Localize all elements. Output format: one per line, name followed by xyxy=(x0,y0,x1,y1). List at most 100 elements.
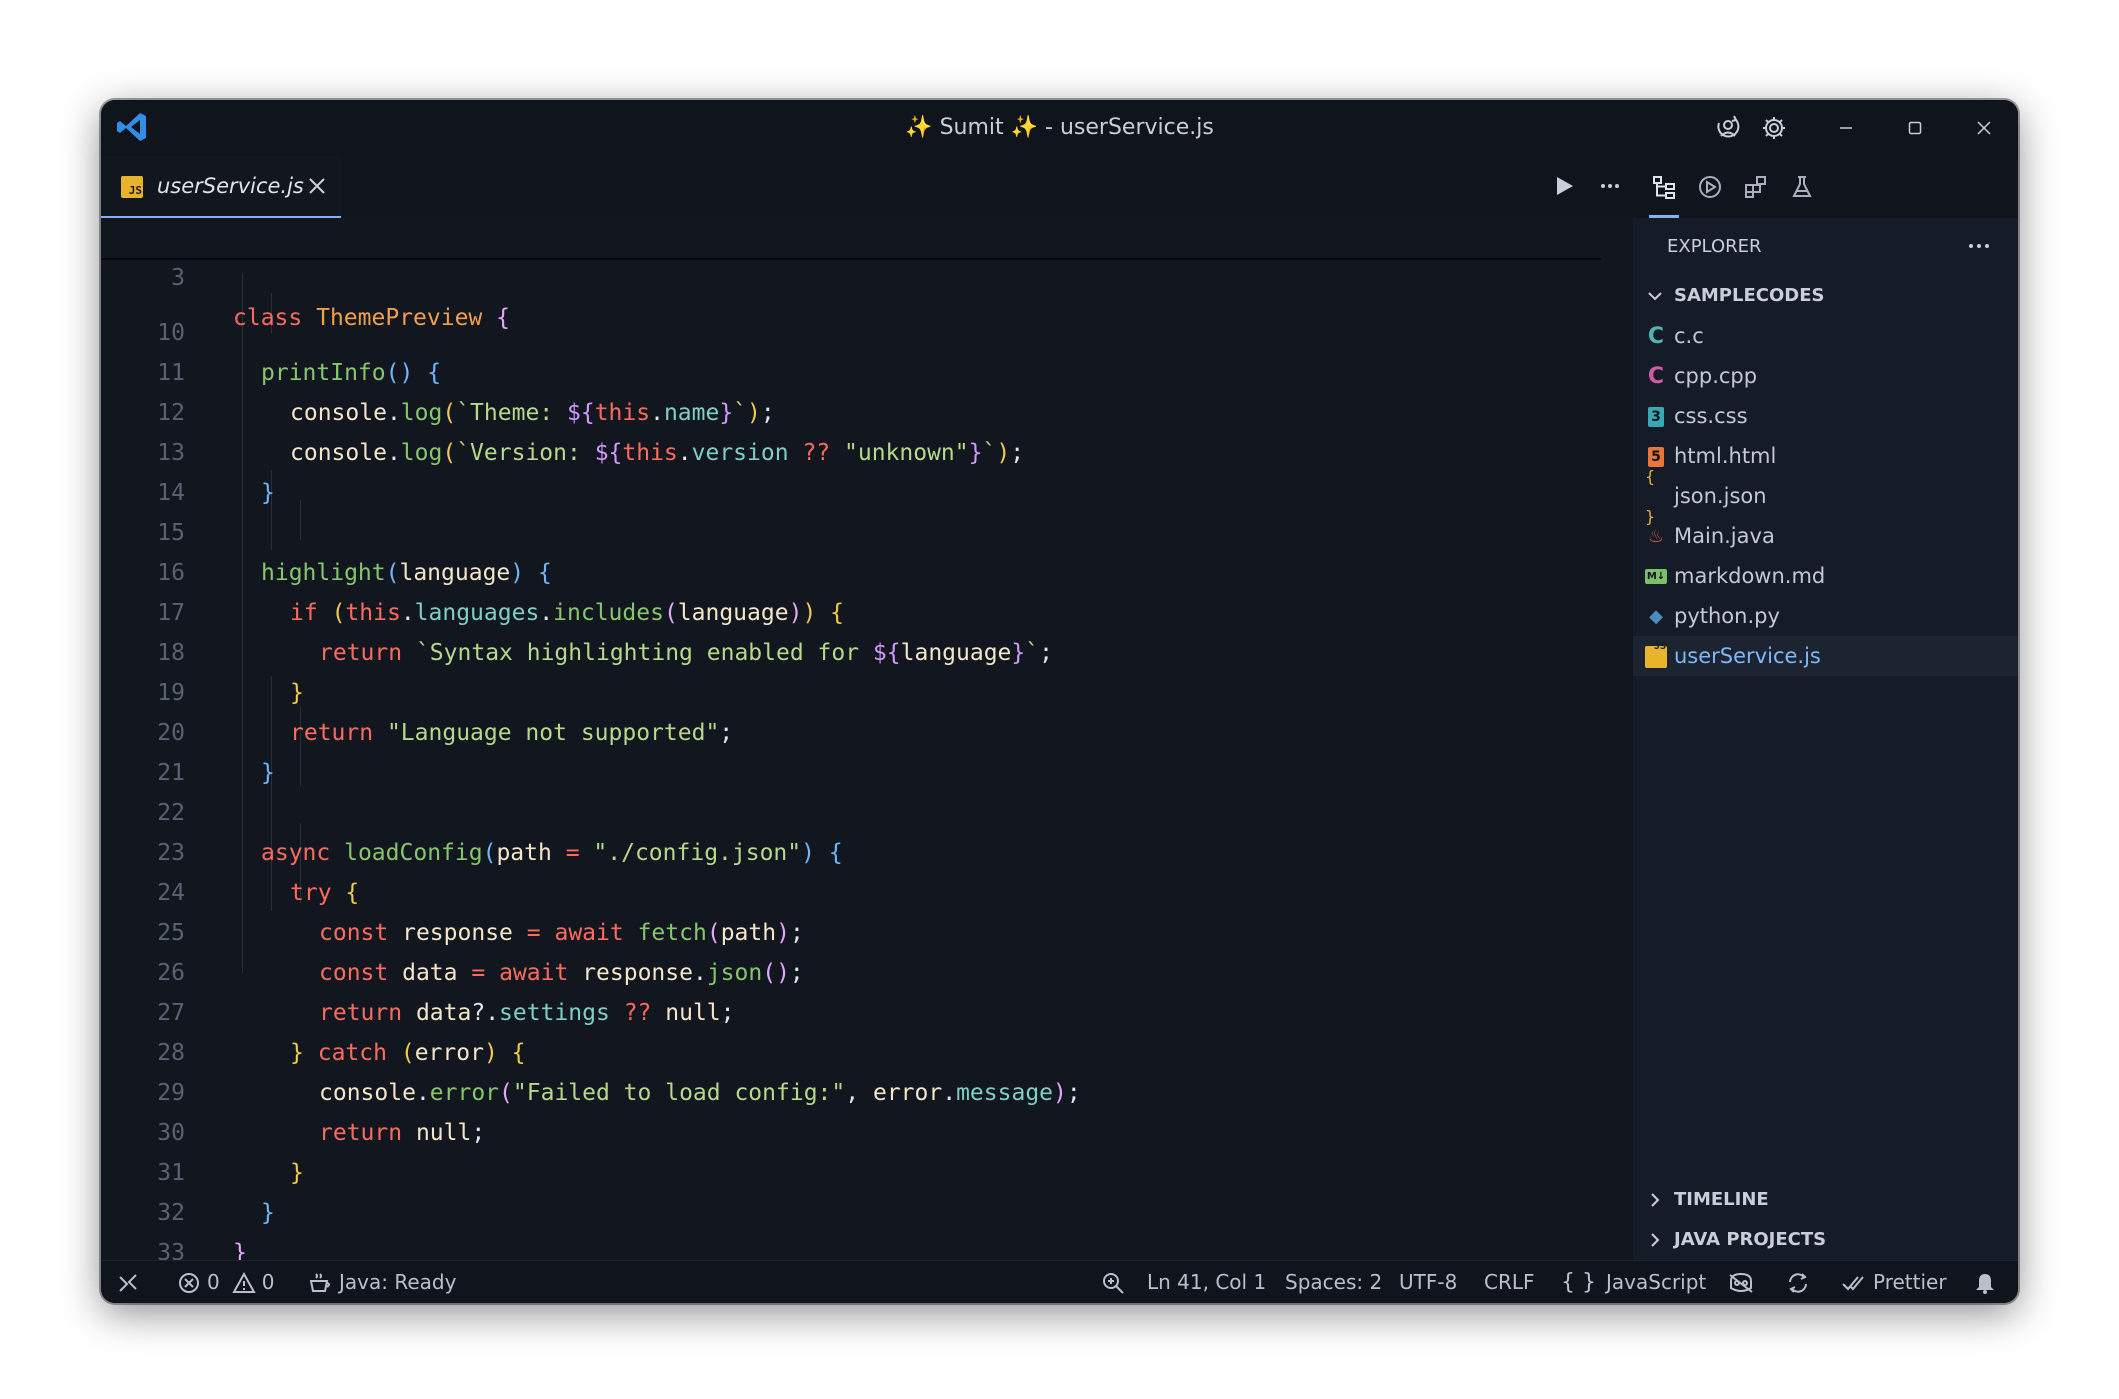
minimize-icon xyxy=(1839,127,1852,129)
java-status[interactable]: Java: Ready xyxy=(307,1261,456,1303)
problems-indicator[interactable]: 0 0 xyxy=(177,1261,274,1303)
zoom-indicator[interactable] xyxy=(1101,1261,1125,1303)
cursor-position[interactable]: Ln 41, Col 1 xyxy=(1147,1261,1266,1303)
file-item-active[interactable]: JS userService.js xyxy=(1633,636,2018,676)
code-line: 12 console.log(`Version: ${this.version … xyxy=(157,400,1025,466)
explorer-tree-icon xyxy=(1653,176,1675,199)
file-name: json.json xyxy=(1674,484,1767,508)
file-item[interactable]: C cpp.cpp xyxy=(1633,356,2018,396)
code-line: 20 } xyxy=(157,720,275,786)
maximize-icon xyxy=(1908,121,1921,135)
ellipsis-icon[interactable] xyxy=(1966,236,1992,256)
tab-testing[interactable] xyxy=(1779,156,1825,218)
remote-indicator[interactable] xyxy=(117,1261,139,1303)
title-suffix: - userService.js xyxy=(1045,115,1214,140)
encoding[interactable]: UTF-8 xyxy=(1399,1261,1457,1303)
accounts-button[interactable] xyxy=(1705,100,1751,156)
css-file-icon: 3 xyxy=(1648,407,1664,427)
run-button[interactable] xyxy=(1541,156,1587,216)
ellipsis-icon xyxy=(1601,184,1619,188)
file-name: css.css xyxy=(1674,404,1748,428)
title-name: Sumit xyxy=(939,115,1004,140)
tab-userservice-js[interactable]: JS userService.js xyxy=(101,156,341,219)
file-item[interactable]: ♨ Main.java xyxy=(1633,516,2018,556)
file-name: markdown.md xyxy=(1674,564,1826,588)
maximize-button[interactable] xyxy=(1880,100,1949,156)
json-file-icon: { } xyxy=(1645,467,1656,526)
chevron-down-icon xyxy=(1648,292,1662,301)
editor-tab-bar: JS userService.js xyxy=(101,156,1633,219)
sticky-scroll-header[interactable]: 3 class ThemePreview { xyxy=(101,218,1601,331)
sparkle-icon: ✨ xyxy=(905,115,933,140)
code-line: 30 } xyxy=(157,1120,304,1186)
code-editor[interactable]: 3 class ThemePreview { 10 printInfo() { … xyxy=(101,218,1633,1260)
tab-extensions[interactable] xyxy=(1733,156,1779,218)
file-name: Main.java xyxy=(1674,524,1775,548)
extensions-icon xyxy=(1745,176,1766,198)
file-name: python.py xyxy=(1674,604,1780,628)
file-item[interactable]: 5 html.html xyxy=(1633,436,2018,476)
status-bar: 0 0 Java: Ready Ln 41, Col 1 Spaces: 2 U… xyxy=(101,1260,2018,1303)
file-item[interactable]: ◆ python.py xyxy=(1633,596,2018,636)
tab-run-debug[interactable] xyxy=(1687,156,1733,218)
file-item[interactable]: C c.c xyxy=(1633,316,2018,356)
code-line: 15 highlight(language) { xyxy=(157,520,552,586)
workspace-name: SAMPLECODES xyxy=(1674,285,1825,306)
workspace-folder-header[interactable]: SAMPLECODES xyxy=(1633,276,2018,316)
flask-icon xyxy=(1792,176,1812,197)
indentation[interactable]: Spaces: 2 xyxy=(1285,1261,1382,1303)
java-projects-label: JAVA PROJECTS xyxy=(1674,1229,1827,1250)
close-window-button[interactable] xyxy=(1949,100,2018,156)
file-item[interactable]: M↓ markdown.md xyxy=(1633,556,2018,596)
copilot-icon xyxy=(1729,1272,1753,1293)
file-item[interactable]: 3 css.css xyxy=(1633,396,2018,436)
explorer-header: EXPLORER xyxy=(1633,218,2018,276)
sync-bug-icon xyxy=(1789,1272,1807,1293)
chevron-right-icon xyxy=(1651,1233,1660,1247)
copilot-status[interactable] xyxy=(1727,1261,1755,1303)
close-icon xyxy=(1976,121,1991,135)
file-item[interactable]: { } json.json xyxy=(1633,467,2018,526)
more-actions-button[interactable] xyxy=(1587,156,1633,216)
warning-icon xyxy=(232,1271,256,1293)
tab-label: userService.js xyxy=(157,174,304,198)
markdown-file-icon: M↓ xyxy=(1645,569,1667,584)
code-line: 32 } xyxy=(157,1200,247,1260)
settings-button[interactable] xyxy=(1751,100,1797,156)
bell-icon xyxy=(1976,1273,1994,1294)
timeline-section-header[interactable]: TIMELINE xyxy=(1633,1180,2018,1220)
prettier-status[interactable]: Prettier xyxy=(1841,1261,1947,1303)
error-icon xyxy=(179,1272,199,1293)
java-projects-section-header[interactable]: JAVA PROJECTS xyxy=(1633,1220,2018,1260)
secondary-sidebar: EXPLORER SAMPLECODES C c.c C cpp.cpp 3 c… xyxy=(1633,156,2018,1260)
gear-icon xyxy=(1763,117,1785,139)
tab-explorer[interactable] xyxy=(1641,156,1687,218)
code-line: 34 const theme = new ThemePreview("Nythe… xyxy=(101,1233,1601,1260)
java-file-icon: ♨ xyxy=(1647,526,1665,547)
code-line: 17 return `Syntax highlighting enabled f… xyxy=(157,600,1053,666)
close-icon[interactable] xyxy=(305,174,329,198)
cpp-file-icon: C xyxy=(1647,364,1665,389)
prettier-text: Prettier xyxy=(1873,1270,1947,1294)
java-status-icon xyxy=(309,1272,330,1292)
minimize-button[interactable] xyxy=(1811,100,1880,156)
sync-status[interactable] xyxy=(1785,1261,1811,1303)
js-file-icon: JS xyxy=(121,176,143,198)
remote-icon xyxy=(119,1273,137,1292)
code-line: 24 const response = await fetch(path); xyxy=(157,880,804,946)
code-text: class ThemePreview { xyxy=(233,305,510,331)
end-of-line[interactable]: CRLF xyxy=(1484,1261,1535,1303)
notifications-button[interactable] xyxy=(1973,1261,1997,1303)
code-line: 16 if (this.languages.includes(language)… xyxy=(157,560,845,626)
vscode-window: ✨ Sumit ✨ - userService.js JS userServic… xyxy=(101,100,2018,1303)
file-name: userService.js xyxy=(1674,644,1821,668)
code-line: 31 } xyxy=(157,1160,275,1226)
language-mode[interactable]: { } JavaScript xyxy=(1561,1261,1706,1303)
code-line: 14 xyxy=(157,480,185,506)
run-debug-icon xyxy=(1699,176,1721,198)
explorer-title: EXPLORER xyxy=(1667,236,1762,257)
python-file-icon: ◆ xyxy=(1649,606,1663,627)
zoom-icon xyxy=(1103,1272,1124,1294)
line-number: 3 xyxy=(171,265,185,291)
editor-scrollbar[interactable] xyxy=(1601,218,1633,1260)
